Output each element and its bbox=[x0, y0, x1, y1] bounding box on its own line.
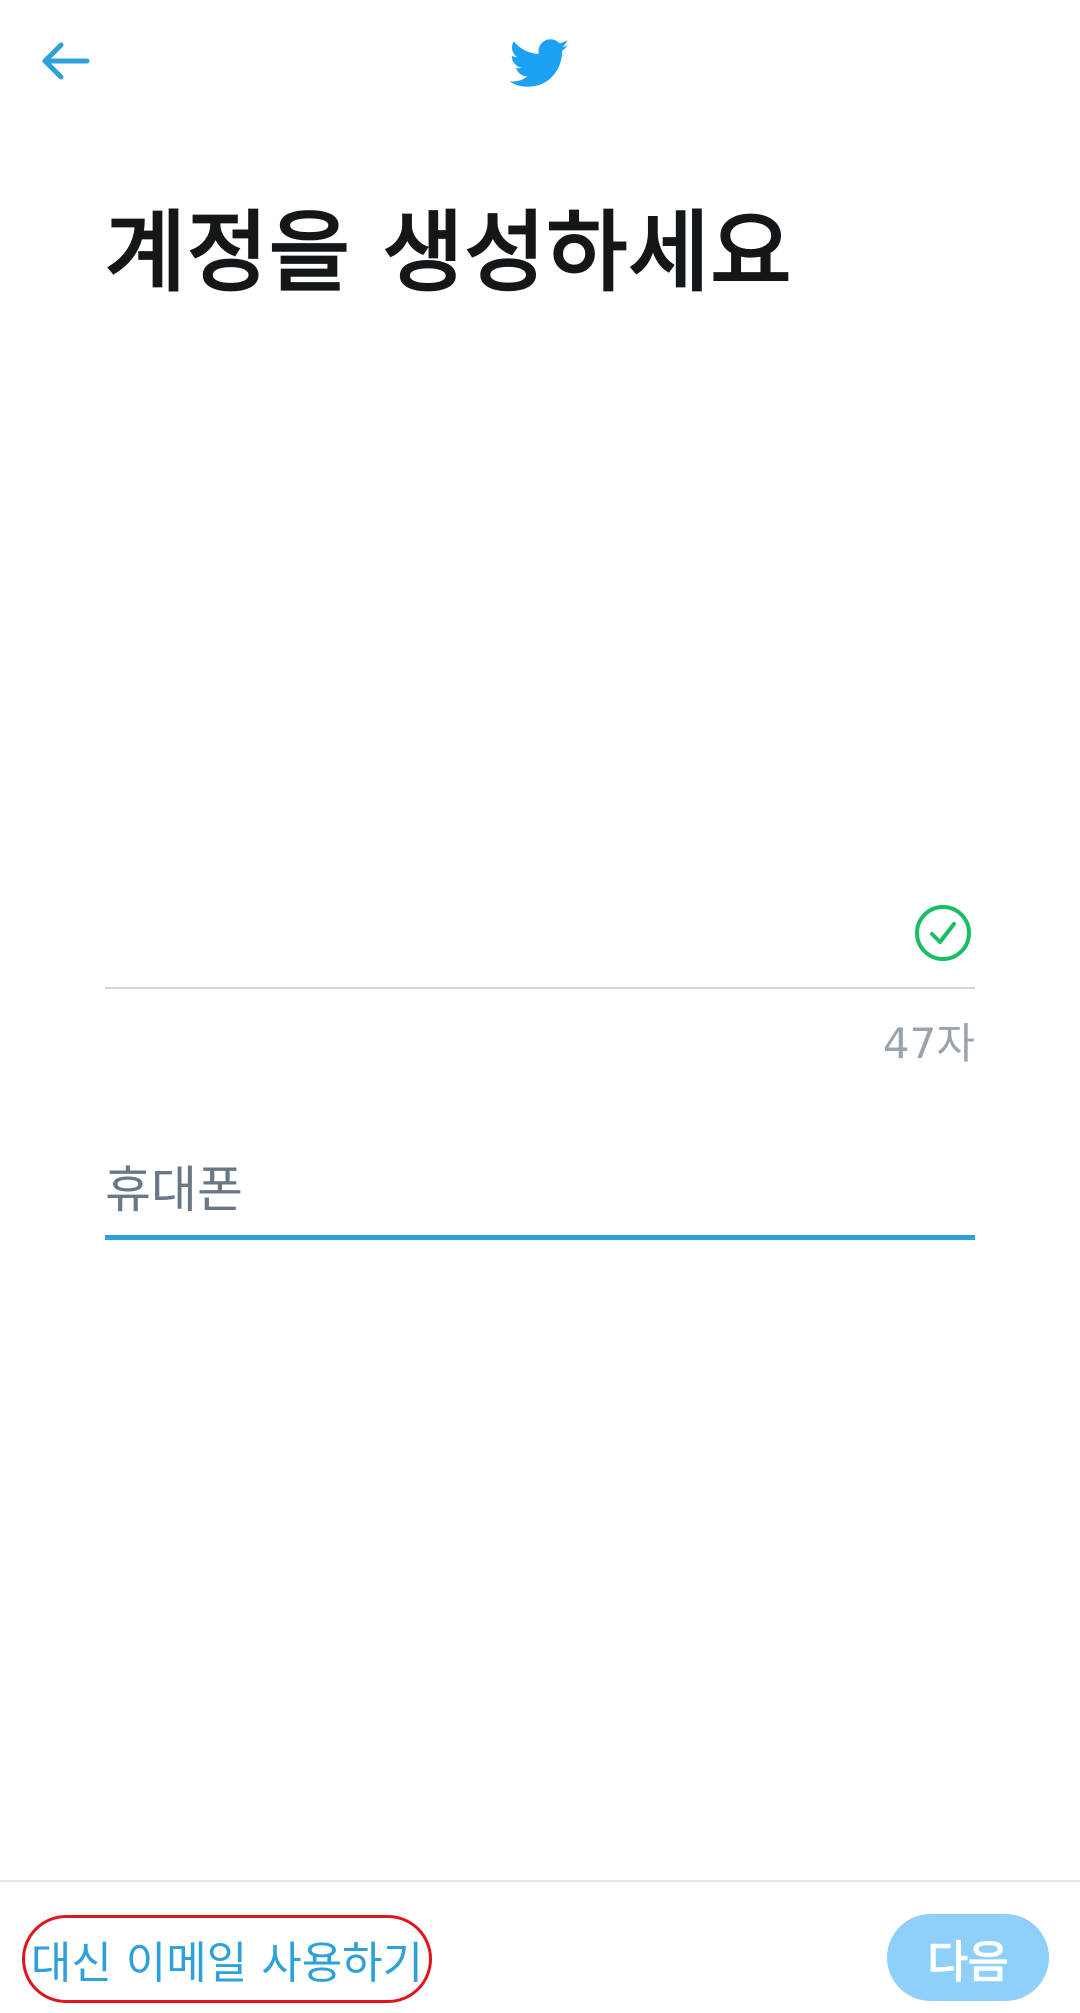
arrow-left-icon bbox=[39, 41, 91, 85]
char-count: 47자 bbox=[882, 1019, 975, 1068]
use-email-instead-link[interactable]: 대신 이메일 사용하기 bbox=[22, 1915, 432, 2003]
phone-field-underline bbox=[105, 1235, 975, 1240]
page-title: 계정을 생성하세요 bbox=[105, 201, 793, 304]
twitter-bird-icon bbox=[508, 32, 572, 96]
name-field[interactable] bbox=[105, 890, 975, 990]
next-button[interactable]: 다음 bbox=[887, 1914, 1049, 2001]
name-field-underline bbox=[105, 987, 975, 989]
back-button[interactable] bbox=[30, 28, 100, 98]
check-circle-icon bbox=[913, 903, 973, 963]
use-email-instead-label: 대신 이메일 사용하기 bbox=[30, 1938, 424, 1989]
phone-input[interactable] bbox=[105, 1145, 975, 1235]
footer-divider bbox=[0, 1880, 1080, 1882]
next-button-label: 다음 bbox=[927, 1936, 1009, 1988]
